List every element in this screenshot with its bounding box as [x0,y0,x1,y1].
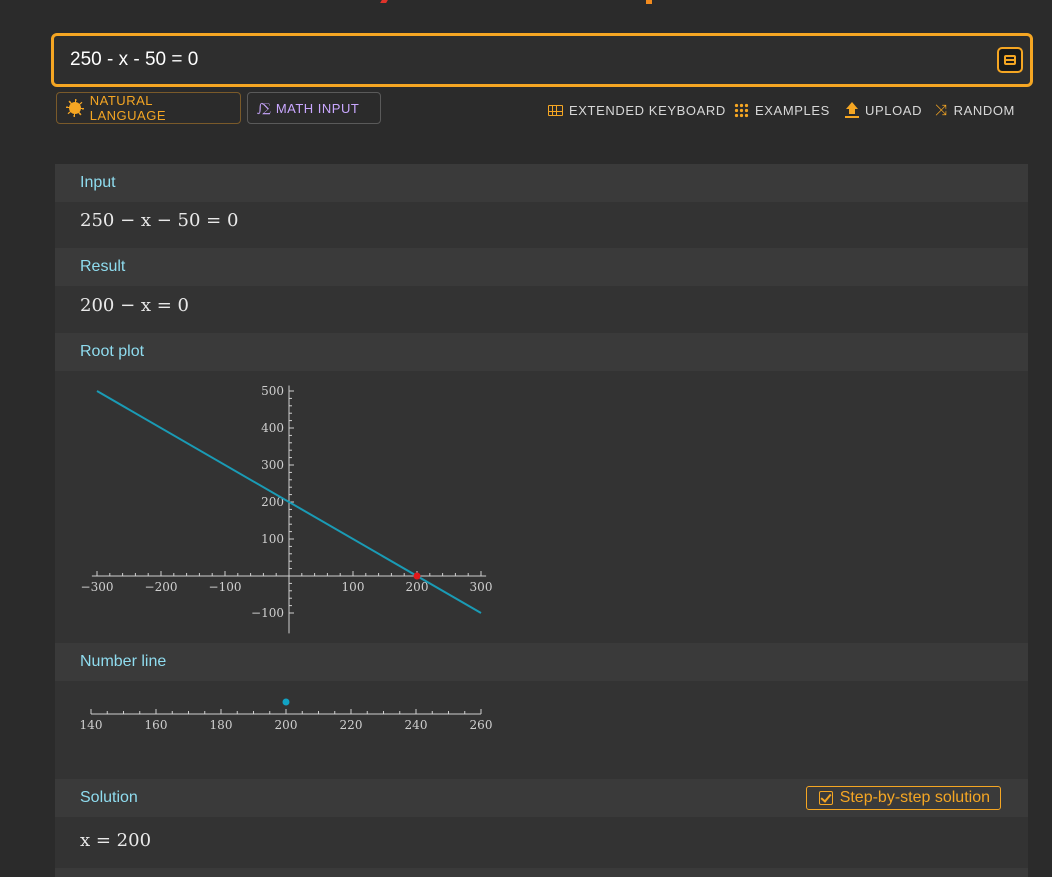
number-line-tick-label: 200 [275,718,298,732]
random-label: RANDOM [953,102,1015,118]
result-pod-math: 200 − x = 0 [80,295,190,316]
sun-icon [66,99,84,117]
root-plot-chart: −300 −200 −100 100 200 300500400300200100−100 [81,384,493,634]
input-pod-header: Input [55,164,1028,202]
number-line-tick-label: 180 [210,718,233,732]
input-pod-title: Input [80,174,116,191]
extended-keyboard-label: EXTENDED KEYBOARD [569,102,726,118]
logo-fragment-left [380,0,388,3]
extended-keyboard-button[interactable]: EXTENDED KEYBOARD [548,100,726,120]
x-tick-label: 100 [342,580,365,594]
step-by-step-label: Step-by-step solution [839,789,990,806]
grid-dots-icon [734,102,749,118]
y-tick-label: 500 [261,384,284,398]
upload-button[interactable]: UPLOAD [845,100,922,120]
upload-icon [845,102,859,118]
next-pod-header [55,868,1028,877]
keyboard-icon [548,104,563,116]
number-line-pod-header: Number line [55,643,1028,681]
logo-fragment-right [646,0,652,4]
random-button[interactable]: ⤨ RANDOM [935,100,1015,120]
examples-button[interactable]: EXAMPLES [734,100,830,120]
equals-icon [1004,55,1016,65]
number-line-chart: 140 160 180 200 220 240 260 [80,698,493,732]
upload-label: UPLOAD [865,102,923,118]
step-by-step-button[interactable]: Step-by-step solution [805,786,1001,810]
y-tick-label: 100 [261,532,284,546]
wolfram-page: NATURAL LANGUAGE ∫∑ MATH INPUT EXTENDED … [0,0,1052,877]
number-line-tick-label: 160 [145,718,168,732]
y-tick-label: 300 [261,458,284,472]
x-tick-label: 200 [406,580,429,594]
y-tick-label: 400 [261,421,284,435]
examples-label: EXAMPLES [755,102,830,118]
number-line-point [282,698,290,706]
result-pod-header: Result [55,248,1028,286]
input-pod-math: 250 − x − 50 = 0 [80,210,239,231]
number-line-tick-label: 220 [340,718,363,732]
root-plot-pod-title: Root plot [80,343,145,360]
x-tick-label: −100 [209,580,242,594]
search-box[interactable] [51,33,1033,87]
number-line-tick-label: 240 [405,718,428,732]
search-input[interactable] [70,36,970,84]
root-point [413,572,421,580]
natural-language-button[interactable]: NATURAL LANGUAGE [56,92,241,124]
number-line-pod-title: Number line [80,653,167,670]
integral-sum-icon: ∫∑ [257,101,271,115]
math-input-button[interactable]: ∫∑ MATH INPUT [247,92,381,124]
solution-pod-math: x = 200 [80,830,152,851]
checkbox-icon [818,791,833,805]
number-line-tick-label: 140 [80,718,103,732]
shuffle-icon: ⤨ [935,100,948,119]
x-tick-label: −200 [145,580,178,594]
root-plot-pod-header: Root plot [55,333,1028,371]
compute-button[interactable] [997,47,1023,73]
x-tick-label: −300 [81,580,114,594]
y-tick-label: −100 [251,606,284,620]
x-tick-label: 300 [470,580,493,594]
natural-language-label: NATURAL LANGUAGE [89,93,167,123]
results-panel: Input 250 − x − 50 = 0 Result 200 − x = … [55,164,1028,877]
solution-pod-title: Solution [80,789,138,806]
result-pod-title: Result [80,258,126,275]
number-line-tick-label: 260 [470,718,493,732]
math-input-label: MATH INPUT [275,100,360,116]
